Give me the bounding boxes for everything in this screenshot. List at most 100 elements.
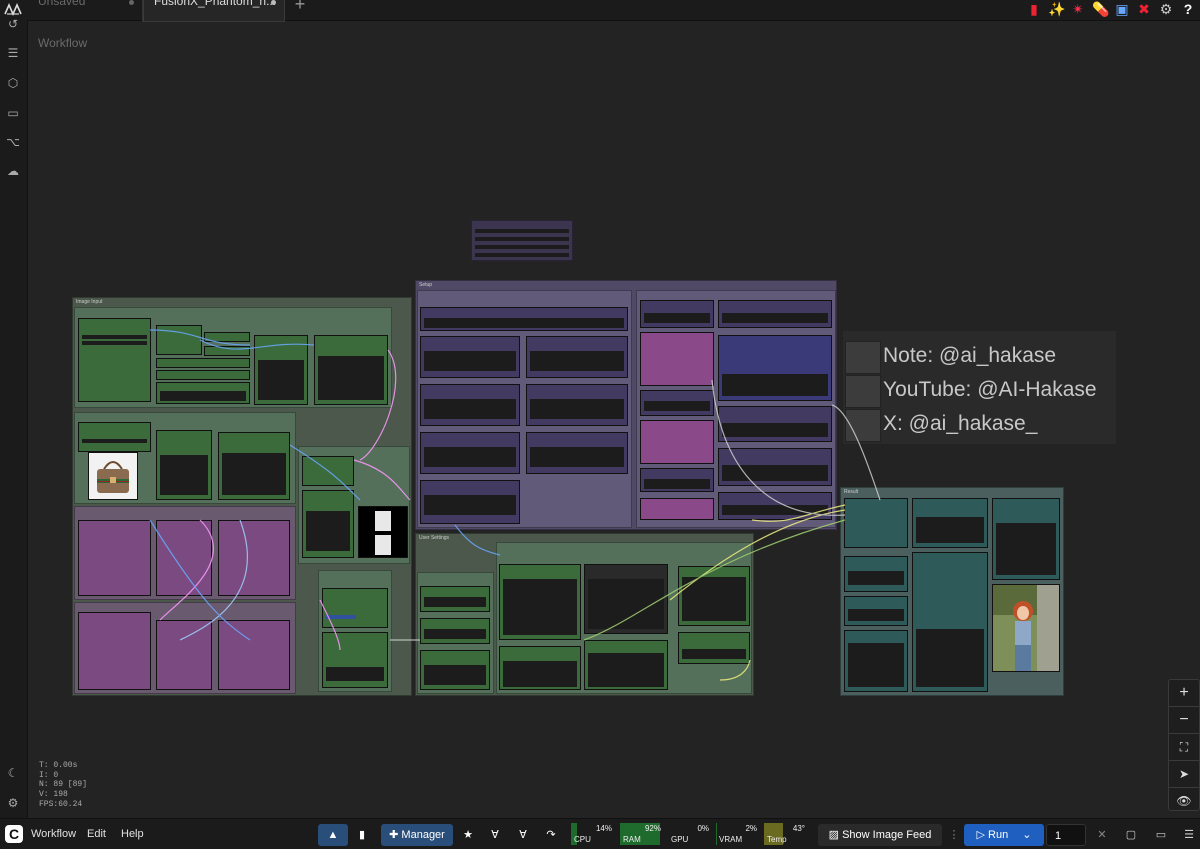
node[interactable]: [499, 564, 581, 640]
node[interactable]: [156, 382, 250, 404]
node[interactable]: [640, 498, 714, 520]
model-library-icon[interactable]: ⬡: [6, 76, 20, 90]
menu-hamburger-icon[interactable]: ☰: [1180, 824, 1198, 846]
node[interactable]: [844, 596, 908, 626]
batch-count-input[interactable]: 1: [1046, 824, 1086, 846]
floating-node[interactable]: [471, 220, 573, 261]
node[interactable]: [420, 432, 520, 474]
node[interactable]: [314, 335, 388, 405]
zoom-out-button[interactable]: −: [1169, 707, 1199, 734]
stop-icon[interactable]: ▢: [1122, 824, 1140, 846]
fit-view-button[interactable]: ⛶: [1169, 734, 1199, 761]
menu-workflow[interactable]: Workflow: [31, 819, 76, 849]
node[interactable]: [254, 335, 308, 405]
node[interactable]: [156, 620, 212, 690]
node[interactable]: [420, 650, 490, 690]
comfy-app-icon[interactable]: C: [5, 825, 23, 843]
toggle-visibility-button[interactable]: 👁: [1169, 788, 1199, 814]
node[interactable]: [499, 646, 581, 690]
node[interactable]: [420, 480, 520, 524]
screen-icon[interactable]: ▣: [1114, 1, 1130, 17]
node[interactable]: [678, 632, 750, 664]
workflows-icon[interactable]: ▭: [6, 106, 20, 120]
node[interactable]: [156, 358, 250, 368]
node[interactable]: [78, 422, 151, 452]
node[interactable]: [584, 564, 668, 634]
cancel-icon[interactable]: ✕: [1094, 824, 1110, 846]
node[interactable]: [678, 566, 750, 626]
node[interactable]: [844, 498, 908, 548]
note-node[interactable]: Note: @ai_hakase YouTube: @AI-Hakase X: …: [843, 331, 1116, 444]
node[interactable]: [844, 630, 908, 692]
node[interactable]: [420, 618, 490, 644]
tab-fusionx-phantom[interactable]: FusionX_Phantom_n...: [143, 0, 285, 22]
node[interactable]: [204, 346, 250, 356]
node[interactable]: [78, 520, 151, 596]
bug-icon[interactable]: ▮: [1026, 1, 1042, 17]
gear-icon[interactable]: ⚙: [1158, 1, 1174, 17]
drag-handle-icon[interactable]: ⋮: [948, 824, 960, 846]
comfy-icon-button[interactable]: ▲: [318, 824, 348, 846]
node[interactable]: [640, 420, 714, 464]
help-icon[interactable]: ?: [1180, 1, 1196, 17]
tab-unsaved-workflow[interactable]: Unsaved Workflow: [28, 0, 143, 50]
templates-icon[interactable]: ☁: [6, 164, 20, 178]
node[interactable]: [78, 612, 151, 690]
node[interactable]: [912, 552, 988, 692]
zoom-in-button[interactable]: +: [1169, 680, 1199, 707]
new-tab-button[interactable]: +: [285, 0, 315, 42]
history-icon[interactable]: ↺: [6, 17, 20, 31]
node[interactable]: [526, 384, 628, 426]
node[interactable]: [204, 332, 250, 342]
menu-help[interactable]: Help: [121, 819, 144, 849]
model-a-icon[interactable]: Ɐ: [486, 824, 504, 846]
menu-edit[interactable]: Edit: [87, 819, 106, 849]
settings-gear-icon[interactable]: ⚙: [6, 796, 20, 810]
comfy-logo-icon[interactable]: [4, 2, 22, 16]
share-icon[interactable]: ↷: [542, 824, 560, 846]
theme-moon-icon[interactable]: ☾: [6, 766, 20, 780]
node[interactable]: [640, 390, 714, 416]
close-x-icon[interactable]: ✖: [1136, 1, 1152, 17]
node[interactable]: [156, 370, 250, 380]
model-b-icon[interactable]: Ɐ: [514, 824, 532, 846]
node[interactable]: [322, 588, 388, 628]
node[interactable]: [718, 406, 832, 442]
queue-icon[interactable]: ☰: [6, 46, 20, 60]
node[interactable]: [156, 520, 212, 596]
pill-icon[interactable]: 💊: [1092, 1, 1109, 17]
node[interactable]: [420, 586, 490, 612]
node[interactable]: [156, 325, 202, 355]
node[interactable]: [322, 632, 388, 688]
node[interactable]: [302, 490, 354, 558]
node[interactable]: [420, 384, 520, 426]
node[interactable]: [218, 620, 290, 690]
node[interactable]: [992, 498, 1060, 580]
node[interactable]: [718, 448, 832, 486]
node[interactable]: [718, 492, 832, 520]
sparkle-icon[interactable]: ✨: [1048, 1, 1065, 17]
bookmark-icon[interactable]: ▮: [352, 824, 372, 846]
run-button[interactable]: ▷ Run ⌄: [964, 824, 1044, 846]
node[interactable]: [640, 468, 714, 492]
node[interactable]: [526, 432, 628, 474]
node[interactable]: [718, 335, 832, 401]
chevron-down-icon[interactable]: ⌄: [1022, 829, 1031, 841]
node[interactable]: [218, 432, 290, 500]
node[interactable]: [78, 318, 151, 402]
manager-button[interactable]: ✚ Manager: [381, 824, 453, 846]
node[interactable]: [912, 498, 988, 548]
node[interactable]: [526, 336, 628, 378]
node[interactable]: [420, 336, 520, 378]
node[interactable]: [640, 332, 714, 386]
node[interactable]: [640, 300, 714, 328]
node[interactable]: [302, 456, 354, 486]
node[interactable]: [718, 300, 832, 328]
node-map-icon[interactable]: ⌥: [6, 135, 20, 149]
node[interactable]: [156, 430, 212, 500]
navigate-button[interactable]: ➤: [1169, 761, 1199, 788]
bottom-panel-icon[interactable]: ▭: [1152, 824, 1170, 846]
node[interactable]: [584, 640, 668, 690]
spark-icon[interactable]: ✴: [1070, 1, 1086, 17]
node[interactable]: [420, 307, 628, 331]
